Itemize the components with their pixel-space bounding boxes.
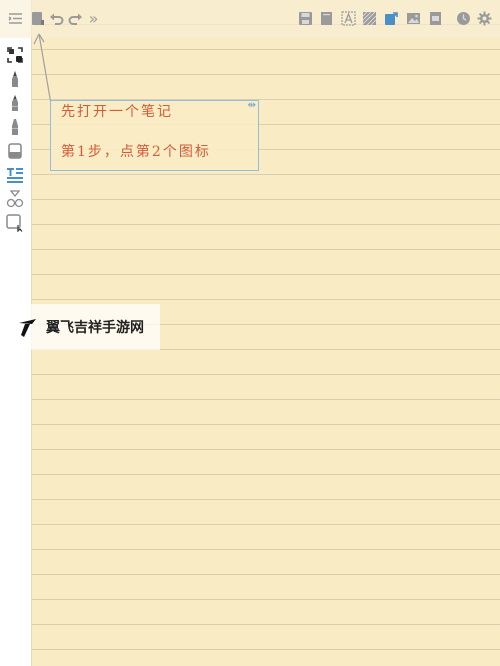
marker-icon[interactable] xyxy=(6,118,24,136)
watermark-logo-icon xyxy=(16,315,40,339)
pattern-icon[interactable] xyxy=(362,11,377,26)
text-tool-icon[interactable] xyxy=(6,166,24,184)
pen-icon[interactable] xyxy=(6,70,24,88)
history-icon[interactable] xyxy=(456,11,471,26)
watermark-text: 翼飞吉祥手游网 xyxy=(46,320,144,336)
settings-icon[interactable] xyxy=(477,11,492,26)
menu-icon[interactable] xyxy=(8,11,23,26)
share-icon[interactable] xyxy=(384,11,399,26)
undo-icon[interactable] xyxy=(49,11,64,26)
note-textbox[interactable]: ⇹ 先打开一个笔记 第1步，点第2个图标 xyxy=(50,100,259,171)
export-icon[interactable] xyxy=(428,11,443,26)
shapes-icon[interactable] xyxy=(6,190,24,208)
watermark: 翼飞吉祥手游网 xyxy=(12,304,160,350)
redo-icon[interactable] xyxy=(68,11,83,26)
note-line-1: 先打开一个笔记 xyxy=(61,104,173,120)
tool-sidebar xyxy=(0,38,30,666)
eraser-icon[interactable] xyxy=(6,142,24,160)
arrow-annotation xyxy=(33,33,52,105)
resize-handle-icon[interactable]: ⇹ xyxy=(248,101,256,111)
save-icon[interactable] xyxy=(298,11,313,26)
select-tool-icon[interactable] xyxy=(6,46,24,64)
pencil-icon[interactable] xyxy=(6,94,24,112)
page-icon[interactable] xyxy=(319,11,334,26)
image-tool-icon[interactable] xyxy=(6,214,24,232)
top-toolbar: » xyxy=(0,0,500,38)
text-recognize-icon[interactable] xyxy=(341,11,356,26)
notebook-icon[interactable] xyxy=(30,11,45,26)
image-icon[interactable] xyxy=(406,11,421,26)
more-icon[interactable]: » xyxy=(86,10,101,26)
note-line-2: 第1步，点第2个图标 xyxy=(61,144,211,160)
